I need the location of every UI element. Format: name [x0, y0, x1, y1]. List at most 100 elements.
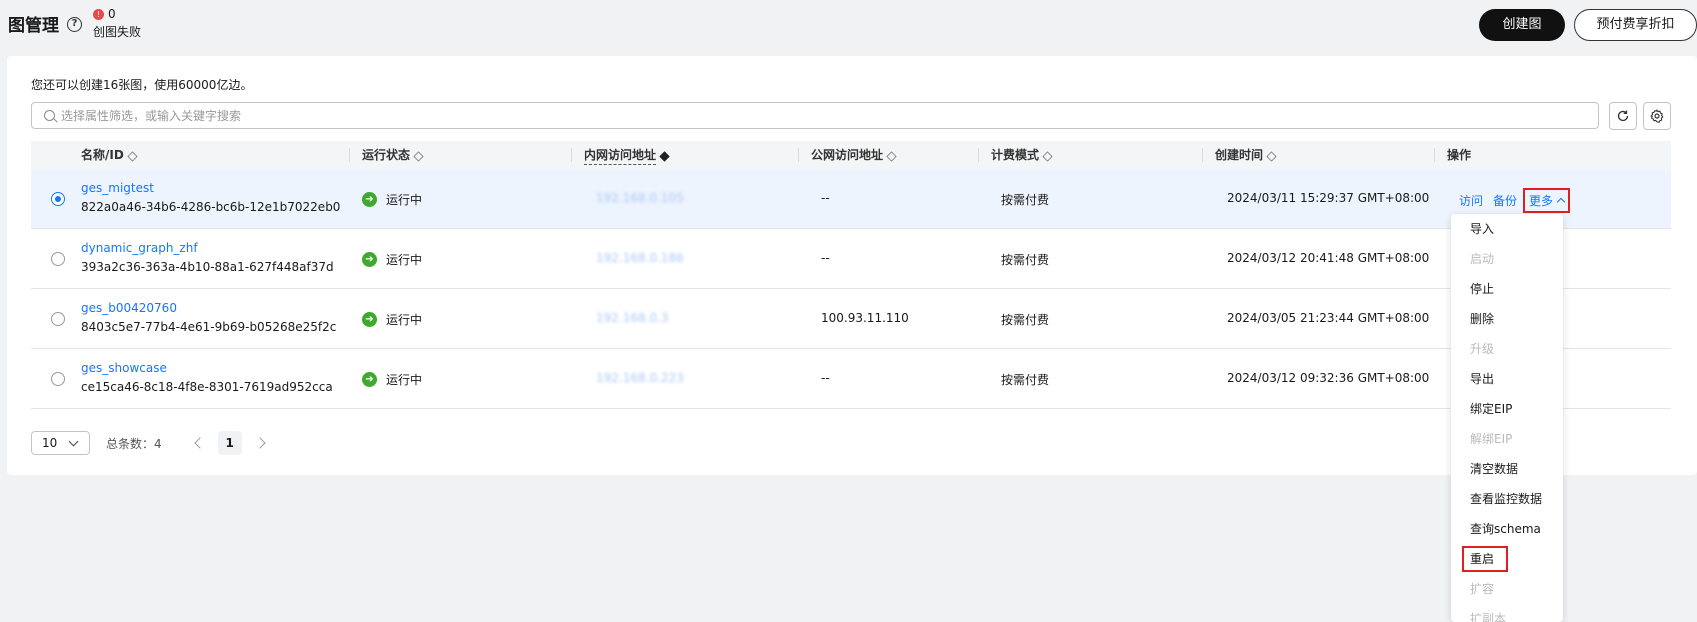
graph-id: 822a0a46-34b6-4286-bc6b-12e1b7022eb0 [81, 200, 341, 214]
pagination: 10 总条数：4 1 [31, 431, 266, 455]
public-ip: -- [821, 191, 830, 205]
page-title: 图管理 [8, 16, 59, 36]
menu-item-query-schema[interactable]: 查询schema [1451, 514, 1563, 544]
search-box[interactable] [31, 102, 1599, 129]
prev-page-icon[interactable] [193, 437, 206, 449]
create-graph-button[interactable]: 创建图 [1479, 9, 1565, 41]
created-time: 2024/03/12 09:32:36 GMT+08:00 [1227, 371, 1430, 385]
running-icon: ➔ [362, 252, 377, 267]
menu-item-restart[interactable]: 重启 [1451, 544, 1563, 574]
col-created[interactable]: 创建时间 [1202, 141, 1276, 169]
quota-text: 您还可以创建16张图，使用60000亿边。 [31, 78, 253, 92]
created-time: 2024/03/12 20:41:48 GMT+08:00 [1227, 251, 1430, 265]
graph-name-link[interactable]: ges_migtest [81, 181, 340, 195]
create-failure-stat[interactable]: ! 0 创图失败 [93, 7, 141, 40]
fail-count: 0 [108, 7, 116, 21]
more-dropdown-menu: 导入 启动 停止 删除 升级 导出 绑定EIP 解绑EIP 清空数据 查看监控数… [1451, 214, 1563, 622]
search-icon [44, 110, 55, 121]
menu-item-clear-data[interactable]: 清空数据 [1451, 454, 1563, 484]
graph-name-link[interactable]: ges_b00420760 [81, 301, 336, 315]
private-ip: 192.168.0.3 [596, 311, 669, 325]
table-row[interactable]: dynamic_graph_zhf 393a2c36-363a-4b10-88a… [31, 229, 1671, 289]
table-header: 名称/ID 运行状态 内网访问地址 公网访问地址 计费模式 创建时间 操作 [31, 141, 1671, 169]
menu-item-export[interactable]: 导出 [1451, 364, 1563, 394]
status-cell: ➔ 运行中 [362, 251, 422, 268]
page-header: 图管理 ? ! 0 创图失败 创建图 预付费享折扣 [0, 0, 1697, 50]
running-icon: ➔ [362, 192, 377, 207]
private-ip: 192.168.0.105 [596, 191, 684, 205]
visit-link[interactable]: 访问 [1459, 192, 1483, 209]
sort-icon[interactable] [887, 150, 896, 161]
public-ip: -- [821, 371, 830, 385]
next-page-icon[interactable] [253, 437, 266, 449]
private-ip: 192.168.0.223 [596, 371, 684, 385]
prepaid-discount-button[interactable]: 预付费享折扣 [1574, 9, 1697, 41]
row-radio[interactable] [51, 252, 65, 266]
backup-link[interactable]: 备份 [1493, 192, 1517, 209]
page-number[interactable]: 1 [217, 431, 242, 455]
billing-mode: 按需付费 [1001, 253, 1050, 267]
row-radio[interactable] [51, 192, 65, 206]
fail-alert-icon: ! [93, 8, 104, 20]
col-name-id[interactable]: 名称/ID [81, 141, 137, 169]
menu-item-scale-out: 扩容 [1470, 582, 1495, 596]
public-ip: -- [821, 251, 830, 265]
public-ip: 100.93.11.110 [821, 311, 909, 325]
running-icon: ➔ [362, 312, 377, 327]
menu-item-add-replica: 扩副本 [1470, 612, 1507, 622]
graph-name-link[interactable]: dynamic_graph_zhf [81, 241, 334, 255]
sort-active-icon[interactable] [660, 150, 669, 161]
col-status[interactable]: 运行状态 [349, 141, 423, 169]
created-time: 2024/03/05 21:23:44 GMT+08:00 [1227, 311, 1430, 325]
refresh-button[interactable] [1609, 102, 1637, 130]
col-ops: 操作 [1434, 141, 1471, 169]
gear-icon [1650, 109, 1664, 123]
chevron-down-icon [68, 436, 79, 447]
menu-item-unbind-eip: 解绑EIP [1470, 432, 1513, 446]
menu-item-start: 启动 [1470, 252, 1495, 266]
status-cell: ➔ 运行中 [362, 371, 422, 388]
table-row[interactable]: ges_migtest 822a0a46-34b6-4286-bc6b-12e1… [31, 169, 1671, 229]
billing-mode: 按需付费 [1001, 193, 1050, 207]
menu-item-stop[interactable]: 停止 [1451, 274, 1563, 304]
billing-mode: 按需付费 [1001, 313, 1050, 327]
graph-id: 8403c5e7-77b4-4e61-9b69-b05268e25f2c [81, 320, 337, 334]
graph-name-link[interactable]: ges_showcase [81, 361, 333, 375]
private-ip: 192.168.0.186 [596, 251, 684, 265]
graph-list-card: 您还可以创建16张图，使用60000亿边。 名称/ID 运行状态 内网访问地址 … [7, 56, 1697, 475]
table-row[interactable]: ges_showcase ce15ca46-8c18-4f8e-8301-761… [31, 349, 1671, 409]
menu-item-import[interactable]: 导入 [1451, 214, 1563, 244]
status-cell: ➔ 运行中 [362, 311, 422, 328]
chevron-up-icon [1556, 197, 1566, 207]
graph-id: ce15ca46-8c18-4f8e-8301-7619ad952cca [81, 380, 333, 394]
table-row[interactable]: ges_b00420760 8403c5e7-77b4-4e61-9b69-b0… [31, 289, 1671, 349]
search-input[interactable] [61, 108, 1598, 123]
refresh-icon [1617, 110, 1629, 122]
menu-item-monitoring[interactable]: 查看监控数据 [1451, 484, 1563, 514]
total-count: 总条数：4 [106, 436, 162, 451]
created-time: 2024/03/11 15:29:37 GMT+08:00 [1227, 191, 1430, 205]
status-cell: ➔ 运行中 [362, 191, 422, 208]
sort-icon[interactable] [414, 150, 423, 161]
col-private-ip[interactable]: 内网访问地址 [571, 141, 669, 169]
sort-icon[interactable] [128, 150, 137, 161]
ops-cell: 访问 备份 更多 [1459, 188, 1571, 213]
sort-icon[interactable] [1267, 150, 1276, 161]
row-radio[interactable] [51, 312, 65, 326]
col-public-ip[interactable]: 公网访问地址 [798, 141, 896, 169]
billing-mode: 按需付费 [1001, 373, 1050, 387]
row-radio[interactable] [51, 372, 65, 386]
running-icon: ➔ [362, 372, 377, 387]
menu-item-upgrade: 升级 [1470, 342, 1495, 356]
menu-item-bind-eip[interactable]: 绑定EIP [1451, 394, 1563, 424]
graph-id: 393a2c36-363a-4b10-88a1-627f448af37d [81, 260, 334, 274]
fail-label: 创图失败 [93, 25, 142, 39]
page-size-select[interactable]: 10 [31, 431, 90, 455]
graph-table: 名称/ID 运行状态 内网访问地址 公网访问地址 计费模式 创建时间 操作 ge… [31, 141, 1671, 409]
more-button[interactable]: 更多 [1523, 188, 1571, 213]
sort-icon[interactable] [1043, 150, 1052, 161]
menu-item-delete[interactable]: 删除 [1451, 304, 1563, 334]
settings-button[interactable] [1643, 102, 1671, 130]
col-billing[interactable]: 计费模式 [978, 141, 1052, 169]
help-icon[interactable]: ? [67, 17, 82, 32]
